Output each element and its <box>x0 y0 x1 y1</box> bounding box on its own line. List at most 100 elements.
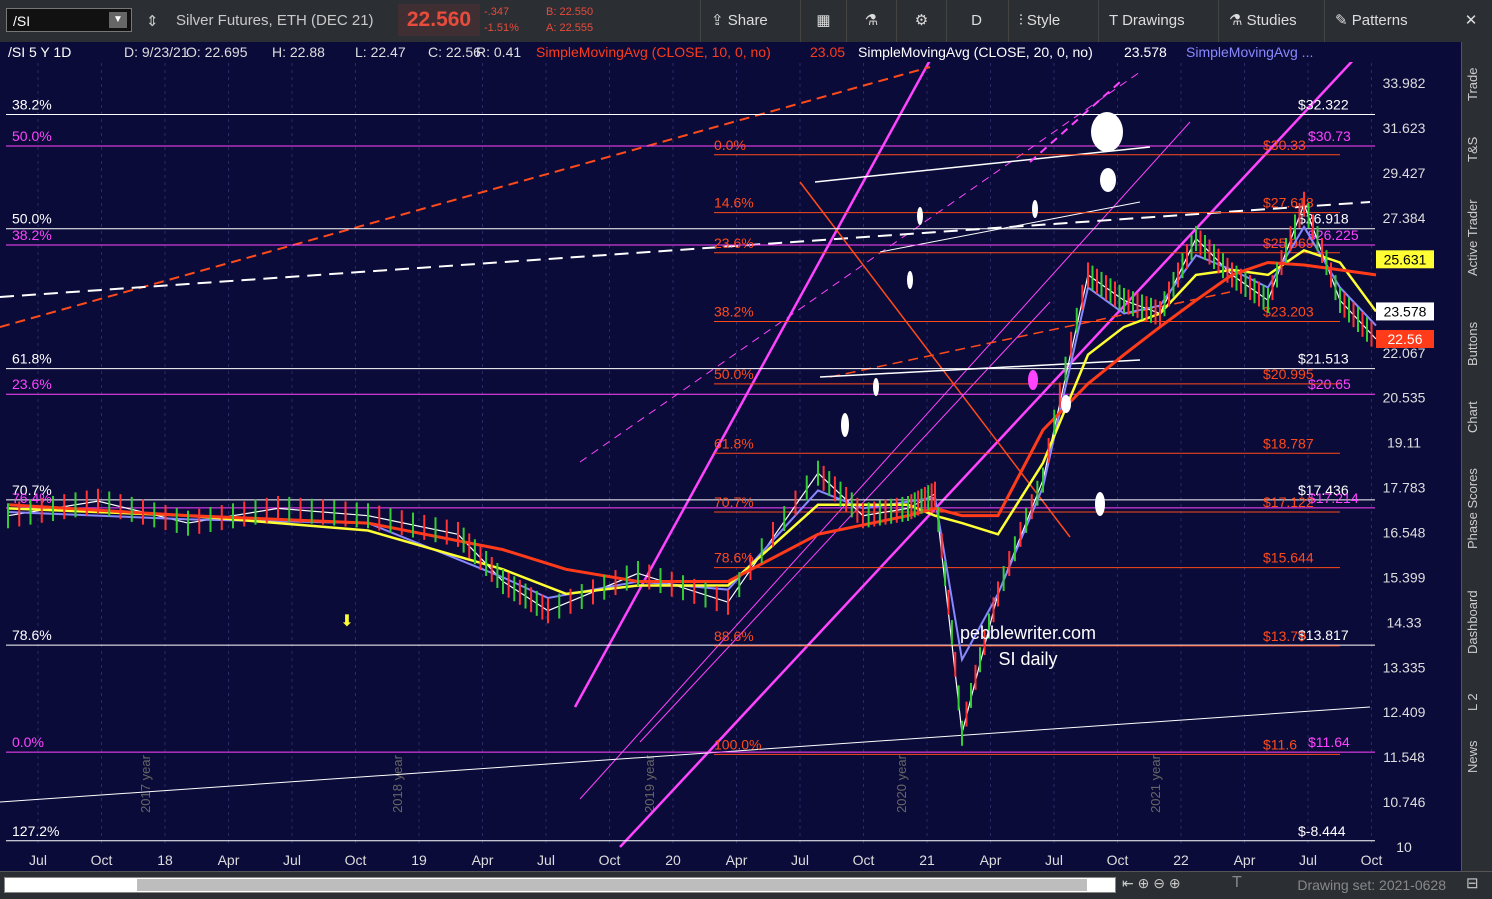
y-tick-label: 29.427 <box>1383 165 1426 181</box>
tab-l-2[interactable]: L 2 <box>1465 682 1489 722</box>
year-marker: 2017 year <box>138 754 153 812</box>
percent-change: -1.51% <box>484 22 519 34</box>
watermark-line2: SI daily <box>998 649 1057 669</box>
trendline[interactable] <box>579 121 1191 800</box>
y-tick-label: 20.535 <box>1383 390 1426 406</box>
pin-icon[interactable]: ⇕ <box>146 12 159 30</box>
fib-label: 38.2% <box>714 303 754 319</box>
marker-oval <box>1061 395 1071 413</box>
header-field: D: 9/23/21 <box>124 44 189 60</box>
tab-active-trader[interactable]: Active Trader <box>1465 182 1489 294</box>
trendline[interactable] <box>579 71 1141 463</box>
year-marker: 2018 year <box>390 754 405 812</box>
marker-oval <box>1095 492 1105 516</box>
horizontal-scrollbar[interactable] <box>4 877 1116 893</box>
fib-label: 0.0% <box>714 137 746 153</box>
header-field: SimpleMovingAvg (CLOSE, 20, 0, no) <box>858 44 1093 60</box>
patterns-icon: ✎ <box>1335 12 1352 29</box>
y-tick-label: 27.384 <box>1383 210 1426 226</box>
y-tick-label: 15.399 <box>1383 569 1426 585</box>
fib-price: $23.203 <box>1263 303 1314 319</box>
x-tick-label: 18 <box>157 852 173 868</box>
patterns-button[interactable]: ✎ Patterns <box>1324 0 1436 42</box>
tab-trade[interactable]: Trade <box>1465 54 1489 114</box>
close-button[interactable]: ✕ <box>1450 0 1492 42</box>
trendline[interactable] <box>0 201 1371 298</box>
drawing-set-label[interactable]: Drawing set: 2021-0628 <box>1297 877 1446 893</box>
chart-area[interactable]: Jul Oct 18 Apr Jul Oct 19 Apr Jul Oct 20 Apr Jul Oct 2… <box>0 41 1462 871</box>
fib-label: 76.4% <box>12 490 52 506</box>
marker-oval <box>1032 200 1038 218</box>
style-button[interactable]: ⫶ Style <box>1008 0 1096 42</box>
text-t-icon: T <box>1109 12 1123 29</box>
y-tick-label: 17.783 <box>1383 480 1426 496</box>
x-tick-label: Apr <box>980 852 1002 868</box>
fib-price: $17.122 <box>1263 494 1314 510</box>
price-tag: 23.578 <box>1384 303 1427 319</box>
zoom-controls[interactable]: ⇤ ⊕ ⊖ ⊕ <box>1122 875 1181 892</box>
y-tick-label: 16.548 <box>1383 525 1426 541</box>
x-tick-label: Oct <box>853 852 875 868</box>
x-tick-label: 20 <box>665 852 681 868</box>
tab-t-s[interactable]: T&S <box>1465 124 1489 174</box>
flask-button[interactable]: ⚗ <box>846 0 896 42</box>
patterns-label: Patterns <box>1351 12 1408 29</box>
last-price: 22.560 <box>398 4 480 36</box>
drawings-label: Drawings <box>1122 12 1185 29</box>
fib-label: 127.2% <box>12 823 59 839</box>
drawings-button[interactable]: T Drawings <box>1098 0 1216 42</box>
share-button[interactable]: ⇪ Share <box>700 0 798 42</box>
fib-label: 38.2% <box>12 227 52 243</box>
trendline[interactable] <box>639 301 1051 743</box>
fib-label: 14.6% <box>714 195 754 211</box>
scrollbar-thumb[interactable] <box>137 879 1087 891</box>
period-button[interactable]: D <box>946 0 1006 42</box>
marker-oval <box>917 207 923 225</box>
chevron-down-icon[interactable]: ▼ <box>109 12 127 28</box>
y-tick-label: 11.548 <box>1383 749 1425 765</box>
price-chart[interactable]: Jul Oct 18 Apr Jul Oct 19 Apr Jul Oct 20 Apr Jul Oct 2… <box>0 41 1462 871</box>
tab-news[interactable]: News <box>1465 732 1489 782</box>
fib-price: $21.513 <box>1298 351 1349 367</box>
year-marker: 2019 year <box>642 754 657 812</box>
grid-icon[interactable]: ⊟ <box>1466 874 1479 892</box>
x-tick-label: 19 <box>411 852 427 868</box>
fib-label: 50.0% <box>12 128 52 144</box>
x-tick-label: Oct <box>1361 852 1383 868</box>
marker-oval <box>1091 112 1123 152</box>
tab-phase-scores[interactable]: Phase Scores <box>1465 454 1489 564</box>
x-tick-label: Apr <box>472 852 494 868</box>
sma10-value: 23.05 <box>810 44 845 60</box>
y-tick-label: 10 <box>1396 839 1412 855</box>
symbol-input[interactable]: /SI ▼ <box>6 8 132 32</box>
fib-price: $20.995 <box>1263 366 1314 382</box>
tab-dashboard[interactable]: Dashboard <box>1465 572 1489 672</box>
studies-button[interactable]: ⚗ Studies <box>1218 0 1322 42</box>
header-field: H: 22.88 <box>272 44 325 60</box>
ask-price: A: 22.555 <box>546 22 594 34</box>
tab-buttons[interactable]: Buttons <box>1465 304 1489 384</box>
x-tick-label: Apr <box>1234 852 1256 868</box>
marker-oval <box>907 271 913 289</box>
x-tick-label: Jul <box>29 852 47 868</box>
trendline[interactable] <box>573 41 942 708</box>
text-tool-icon[interactable]: T <box>1232 874 1242 892</box>
series-line-1 <box>7 224 1377 663</box>
header-field: SimpleMovingAvg (CLOSE, 10, 0, no) <box>536 44 771 60</box>
x-tick-label: Oct <box>1107 852 1129 868</box>
header-field: R: 0.41 <box>476 44 521 60</box>
x-tick-label: Oct <box>91 852 113 868</box>
flask-icon: ⚗ <box>864 12 879 29</box>
fib-price: $17.214 <box>1308 490 1359 506</box>
grid-button[interactable]: ▦ <box>800 0 846 42</box>
x-tick-label: Jul <box>537 852 555 868</box>
toolbar: /SI ▼ ⇕ Silver Futures, ETH (DEC 21) 22.5… <box>0 0 1492 43</box>
fib-price: $11.64 <box>1308 734 1350 750</box>
x-tick-label: Jul <box>791 852 809 868</box>
settings-button[interactable]: ⚙ <box>896 0 946 42</box>
fib-label: 78.6% <box>12 627 52 643</box>
marker-oval <box>873 378 879 396</box>
trendline[interactable] <box>814 146 1151 183</box>
header-field: C: 22.56 <box>428 44 481 60</box>
tab-chart[interactable]: Chart <box>1465 392 1489 442</box>
